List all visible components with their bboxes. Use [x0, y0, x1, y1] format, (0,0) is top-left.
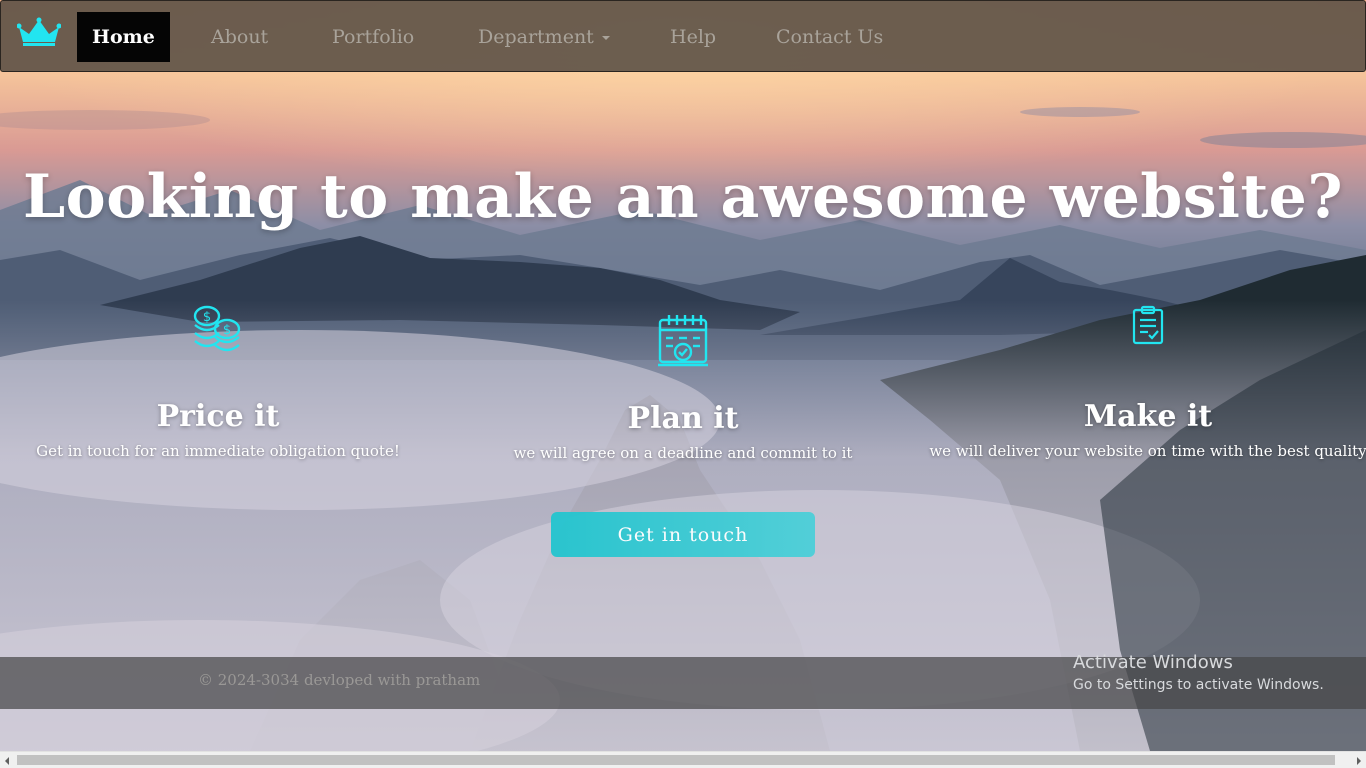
feature-plan-title: Plan it: [627, 401, 739, 436]
coins-icon: $ $: [193, 305, 241, 352]
svg-text:$: $: [203, 310, 211, 325]
navbar: Home About Portfolio Department Help Con…: [0, 0, 1366, 72]
scroll-left-icon[interactable]: [5, 757, 9, 765]
nav-item-department-label: Department: [478, 26, 594, 48]
nav-item-department[interactable]: Department: [478, 12, 610, 62]
nav-item-about[interactable]: About: [211, 12, 268, 62]
horizontal-scrollbar[interactable]: [0, 751, 1366, 768]
scroll-right-icon[interactable]: [1357, 757, 1361, 765]
feature-plan-text: we will agree on a deadline and commit t…: [513, 444, 853, 462]
feature-price-text: Get in touch for an immediate obligation…: [36, 442, 400, 460]
feature-price-title: Price it: [156, 399, 280, 434]
hero-title: Looking to make an awesome website?: [22, 162, 1343, 232]
clipboard-check-icon: [1132, 305, 1164, 345]
svg-text:$: $: [223, 323, 231, 338]
footer-copyright: © 2024-3034 devloped with pratham: [198, 671, 481, 689]
feature-make-title: Make it: [1083, 399, 1213, 434]
nav-item-portfolio[interactable]: Portfolio: [332, 12, 414, 62]
activate-windows-title: Activate Windows: [1073, 652, 1233, 673]
nav-item-contact-us[interactable]: Contact Us: [776, 12, 883, 62]
nav-item-home[interactable]: Home: [77, 12, 170, 62]
activate-windows-subtitle: Go to Settings to activate Windows.: [1073, 677, 1324, 693]
get-in-touch-button[interactable]: Get in touch: [551, 512, 815, 557]
activate-windows-watermark: Activate Windows Go to Settings to activ…: [1073, 652, 1324, 693]
nav-item-help[interactable]: Help: [670, 12, 716, 62]
scrollbar-thumb[interactable]: [17, 755, 1335, 765]
feature-make-text: we will deliver your website on time wit…: [929, 442, 1366, 460]
feature-make: Make it we will deliver your website on …: [928, 305, 1366, 460]
calendar-icon: [658, 315, 708, 367]
feature-plan: Plan it we will agree on a deadline and …: [463, 305, 903, 462]
crown-icon[interactable]: [17, 17, 61, 47]
chevron-down-icon: [601, 36, 610, 40]
feature-price: $ $ Price it Get in touch for an immedia…: [0, 305, 438, 460]
